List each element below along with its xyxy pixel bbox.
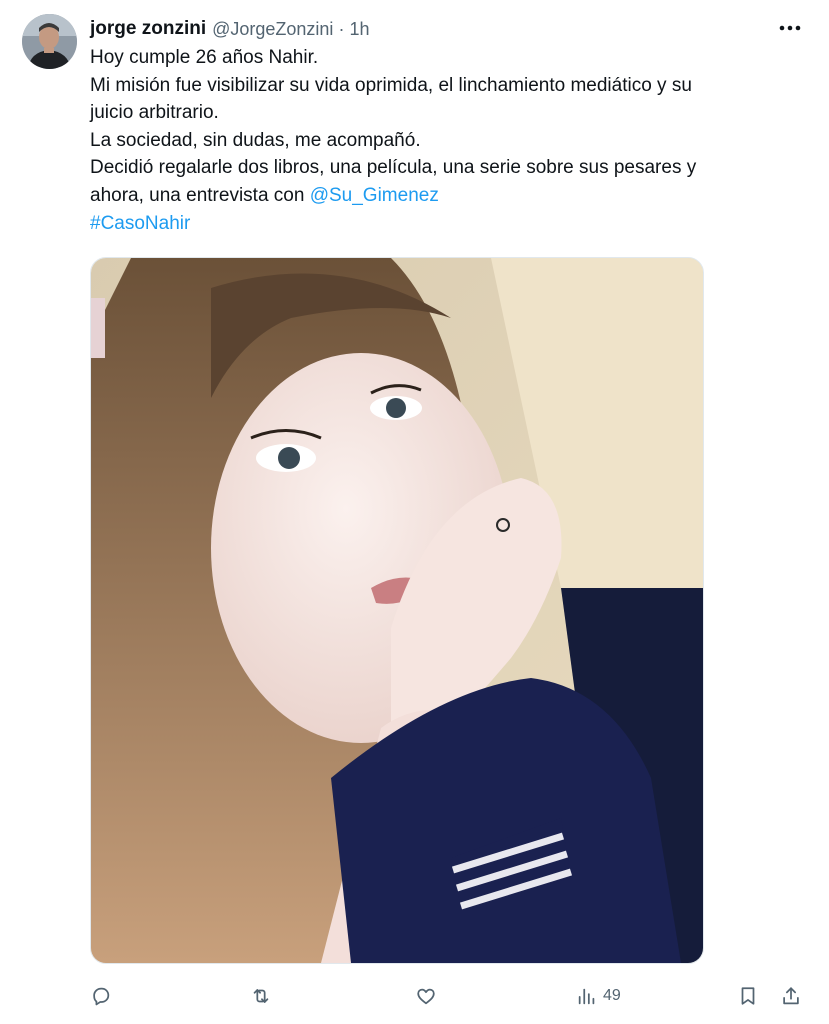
tweet-line: Mi misión fue visibilizar su vida oprimi… [90, 74, 692, 96]
reply-icon [93, 987, 110, 1006]
tweet: jorge zonzini @JorgeZonzini · 1h Hoy cum… [0, 0, 829, 1024]
separator-dot: · [338, 18, 345, 39]
views-button[interactable]: 49 [576, 980, 621, 1012]
author-name[interactable]: jorge zonzini [90, 18, 206, 40]
author-handle[interactable]: @JorgeZonzini [212, 19, 333, 40]
mention-link[interactable]: @Su_Gimenez [310, 185, 439, 206]
author-avatar[interactable] [22, 14, 77, 69]
retweet-button[interactable] [250, 980, 272, 1012]
views-count: 49 [603, 987, 621, 1004]
selfie-photo-illustration [91, 258, 703, 963]
tweet-line-hashtag-row: #CasoNahir [90, 210, 790, 238]
hashtag-link[interactable]: #CasoNahir [90, 213, 190, 234]
like-button[interactable] [415, 980, 437, 1012]
views-icon [578, 988, 595, 1005]
retweet-icon [253, 989, 269, 1003]
tweet-line: Decidió regalarle dos libros, una pelícu… [90, 157, 697, 179]
more-dots-icon [779, 25, 801, 31]
more-options-button[interactable] [777, 16, 803, 40]
avatar-image [22, 14, 77, 69]
reply-button[interactable] [90, 980, 112, 1012]
tweet-line: La sociedad, sin dudas, me acompañó. [90, 129, 421, 151]
heart-icon [417, 988, 435, 1005]
tweet-photo[interactable] [90, 257, 704, 964]
tweet-line-mention-row: ahora, una entrevista con @Su_Gimenez [90, 182, 790, 210]
tweet-line: Hoy cumple 26 años Nahir. [90, 47, 319, 68]
share-icon [783, 987, 799, 1005]
bookmark-button[interactable] [737, 980, 759, 1012]
tweet-time[interactable]: 1h [349, 19, 369, 40]
tweet-line-prefix: ahora, una entrevista con [90, 184, 310, 206]
tweet-text: Hoy cumple 26 años Nahir. Mi misión fue … [90, 44, 790, 237]
tweet-header: jorge zonzini @JorgeZonzini · 1h [90, 14, 809, 44]
tweet-actions: 49 [88, 980, 808, 1012]
share-button[interactable] [780, 980, 802, 1012]
bookmark-icon [741, 987, 755, 1005]
tweet-line: juicio arbitrario. [90, 102, 219, 124]
